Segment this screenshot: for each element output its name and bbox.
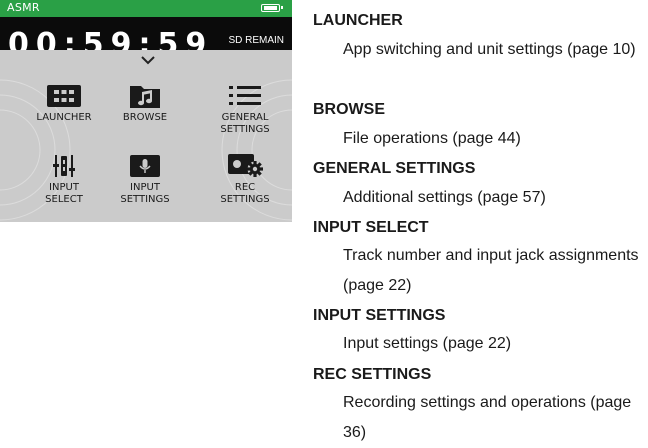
rec-time-display: 00:59:59 xyxy=(8,27,214,51)
list-icon xyxy=(229,86,261,105)
general-settings-label: GENERAL SETTINGS xyxy=(220,112,270,135)
input-select-heading: INPUT SELECT xyxy=(313,219,429,236)
battery-icon xyxy=(261,4,283,12)
general-settings-description: Additional settings (page 57) xyxy=(343,189,546,206)
input-select-description: Track number and input jack assignments … xyxy=(343,247,639,294)
rec-settings-gear-icon xyxy=(228,154,263,177)
launcher-button[interactable]: LAUNCHER xyxy=(19,84,109,124)
device-screen: ASMR 00:59:59 SD REMAIN LAUNCHER BROWSE … xyxy=(0,0,292,222)
sd-remain-label: SD REMAIN xyxy=(228,35,284,46)
app-title: ASMR xyxy=(7,1,40,14)
launcher-heading: LAUNCHER xyxy=(313,12,403,29)
input-settings-label: INPUT SETTINGS xyxy=(120,182,170,205)
rec-time-bar: 00:59:59 SD REMAIN xyxy=(0,17,292,50)
status-bar: ASMR xyxy=(0,0,292,17)
menu-panel: LAUNCHER BROWSE GENERAL SETTINGS INPUT S… xyxy=(0,50,292,222)
general-settings-heading: GENERAL SETTINGS xyxy=(313,160,476,177)
browse-heading: BROWSE xyxy=(313,101,385,118)
rec-settings-heading: REC SETTINGS xyxy=(313,366,432,383)
browse-description: File operations (page 44) xyxy=(343,130,521,147)
browse-label: BROWSE xyxy=(122,112,168,123)
input-settings-description: Input settings (page 22) xyxy=(343,335,512,352)
music-folder-icon xyxy=(130,86,160,108)
general-settings-button[interactable]: GENERAL SETTINGS xyxy=(200,84,290,136)
input-select-icon xyxy=(53,155,75,177)
launcher-grid-icon xyxy=(47,85,81,107)
rec-settings-label: REC SETTINGS xyxy=(220,182,270,205)
browse-button[interactable]: BROWSE xyxy=(100,84,190,124)
launcher-label: LAUNCHER xyxy=(36,112,92,123)
input-settings-button[interactable]: INPUT SETTINGS xyxy=(100,154,190,206)
input-select-button[interactable]: INPUT SELECT xyxy=(19,154,109,206)
microphone-icon xyxy=(130,155,160,177)
rec-settings-description: Recording settings and operations (page … xyxy=(343,394,632,441)
input-settings-heading: INPUT SETTINGS xyxy=(313,307,446,324)
chevron-down-icon[interactable] xyxy=(141,56,155,65)
rec-settings-button[interactable]: REC SETTINGS xyxy=(200,154,290,206)
launcher-description: App switching and unit settings (page 10… xyxy=(343,41,636,58)
input-select-label: INPUT SELECT xyxy=(45,182,83,205)
